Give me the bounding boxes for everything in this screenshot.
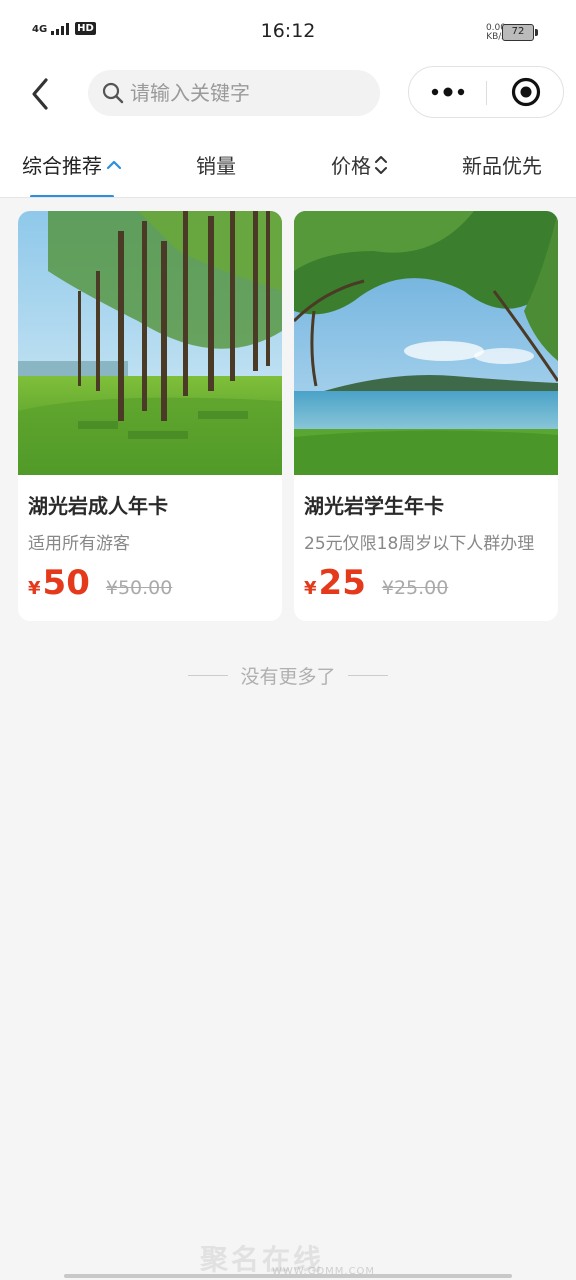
original-price: ¥25.00 [381,577,449,599]
target-icon [511,77,540,107]
currency-symbol: ¥ [28,578,41,599]
sort-tabs: 综合推荐 销量 价格 新品优先 [0,140,576,198]
product-price: 25 [318,563,366,603]
status-bar: 4G HD 16:12 0.00 KB/s 72 [0,0,576,64]
product-description: 适用所有游客 [28,534,130,554]
search-bar[interactable] [88,70,380,116]
product-title: 湖光岩学生年卡 [304,494,444,518]
no-more-text: 没有更多了 [240,666,336,688]
close-miniprogram-button[interactable] [487,67,564,117]
tab-newest[interactable]: 新品优先 [462,150,542,179]
end-of-list: 没有更多了 [0,662,576,689]
original-price: ¥50.00 [105,577,173,599]
more-dots-icon [431,87,464,97]
tab-label: 销量 [196,154,236,178]
product-title: 湖光岩成人年卡 [28,494,168,518]
divider-line [347,675,388,676]
divider [0,197,576,198]
miniprogram-capsule [408,66,564,118]
tab-label: 综合推荐 [22,154,102,178]
battery-icon: 72 [502,24,538,41]
chevron-left-icon [32,78,48,110]
tab-label: 新品优先 [462,154,542,178]
home-indicator[interactable] [64,1274,512,1278]
lake-view-image [294,211,558,475]
more-button[interactable] [409,67,486,117]
price-row: ¥ 50 ¥50.00 [28,563,172,603]
price-row: ¥ 25 ¥25.00 [304,563,448,603]
divider-line [188,675,229,676]
sort-icon [375,155,387,174]
forest-lake-image [18,211,282,475]
currency-symbol: ¥ [304,578,317,599]
product-card[interactable]: 湖光岩学生年卡 25元仅限18周岁以下人群办理 ¥ 25 ¥25.00 [294,211,558,621]
search-input[interactable] [130,81,360,105]
product-description: 25元仅限18周岁以下人群办理 [304,534,535,554]
search-icon [102,82,124,104]
chevron-up-icon [106,160,122,169]
product-price: 50 [42,563,90,603]
tab-label: 价格 [331,154,371,178]
back-button[interactable] [24,74,60,114]
product-card[interactable]: 湖光岩成人年卡 适用所有游客 ¥ 50 ¥50.00 [18,211,282,621]
tab-recommended[interactable]: 综合推荐 [22,150,122,179]
tab-sales[interactable]: 销量 [196,150,236,179]
tab-price[interactable]: 价格 [331,150,388,179]
